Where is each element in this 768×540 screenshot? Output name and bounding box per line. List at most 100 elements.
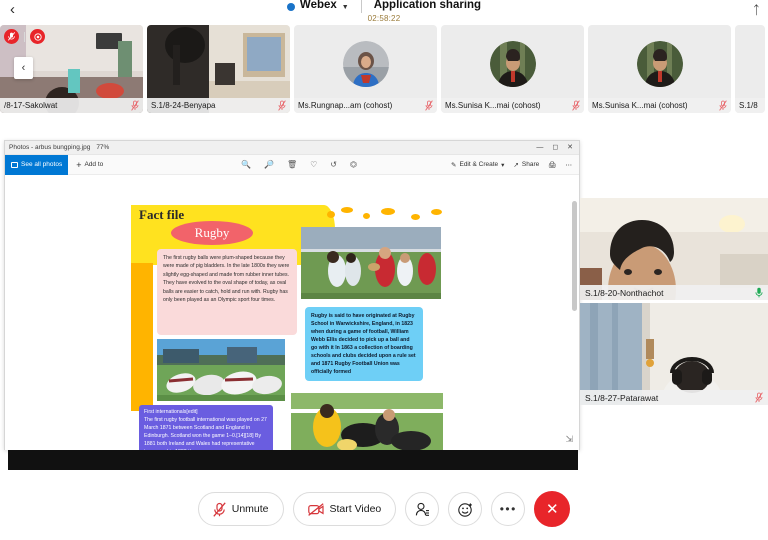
print-icon[interactable]: 🖨 — [548, 161, 556, 169]
tile-badges — [4, 29, 45, 44]
orange-side-bar — [131, 263, 153, 411]
video-tile-name-bar: S.1/8-27-Patarawat — [580, 390, 768, 405]
camera-off-icon — [307, 502, 324, 516]
first-internationals-heading: First internationals[edit] — [144, 409, 198, 415]
first-internationals-text: The first rugby football international w… — [144, 416, 267, 450]
photos-toolbar[interactable]: See all photos + Add to 🔍 🔎 🗑 ♡ ↺ ⏣ ✎ Ed… — [5, 154, 579, 175]
window-title-bar[interactable]: Photos - arbus bungping.jpg 77% — ◻ ✕ — [5, 141, 579, 155]
participants-icon — [415, 502, 429, 516]
video-tile[interactable]: S.1/8-27-Patarawat — [580, 303, 768, 405]
see-all-photos-label: See all photos — [21, 161, 63, 168]
mic-muted-icon — [213, 501, 226, 517]
meeting-timer: 02:58:22 — [367, 13, 401, 23]
edit-and-create-label: Edit & Create — [459, 161, 499, 168]
mic-muted-icon — [131, 100, 139, 111]
zoom-out-icon[interactable]: 🔎 — [264, 160, 274, 170]
start-video-label: Start Video — [329, 503, 382, 515]
filmstrip-prev-button[interactable]: ‹ — [14, 57, 33, 79]
mic-muted-badge-icon — [4, 29, 19, 44]
window-title: Photos - arbus bungping.jpg — [9, 144, 91, 151]
maximize-button[interactable]: ◻ — [552, 144, 558, 151]
see-all-photos-button[interactable]: See all photos — [5, 154, 69, 175]
start-video-button[interactable]: Start Video — [292, 492, 397, 526]
minimize-button[interactable]: — — [536, 144, 543, 151]
zoom-in-icon[interactable]: 🔍 — [241, 160, 251, 170]
share-button[interactable]: ↗ Share — [513, 161, 539, 169]
participant-name-bar: S.1/8 — [735, 98, 765, 113]
orange-speck — [327, 211, 335, 218]
participant-tile[interactable]: S.1/8-24-Benyapa — [147, 25, 290, 113]
participant-tile[interactable]: ‹ /8-17-Sakolwat — [0, 25, 143, 113]
participant-tile[interactable]: Ms.Sunisa K...mai (cohost) — [588, 25, 731, 113]
divider — [24, 31, 25, 42]
mic-muted-icon — [278, 100, 286, 111]
record-badge-icon — [30, 29, 45, 44]
participant-tile[interactable]: S.1/8 — [735, 25, 765, 113]
plus-icon: + — [76, 159, 82, 170]
participant-name-bar: Ms.Sunisa K...mai (cohost) — [441, 98, 584, 113]
window-controls[interactable]: — ◻ ✕ — [536, 144, 579, 151]
unmute-button[interactable]: Unmute — [197, 492, 284, 526]
mic-muted-icon — [719, 100, 727, 111]
orange-speck — [341, 207, 353, 213]
resize-diagonal-icon[interactable]: ⇲ — [565, 434, 573, 445]
meeting-top-bar: ‹ Webex ▼ Application sharing 02:58:22 ᛏ — [0, 0, 768, 22]
canvas-scrollbar-thumb[interactable] — [572, 201, 577, 311]
participant-filmstrip[interactable]: ‹ /8-17-Sakolwat S.1/8-24-Benyapa Ms.Run… — [0, 25, 768, 115]
reactions-icon — [458, 502, 472, 517]
shared-screen-letterbox — [8, 450, 578, 470]
orange-speck — [431, 209, 442, 215]
crop-icon[interactable]: ⏣ — [350, 160, 357, 170]
meeting-title-group: Webex ▼ Application sharing 02:58:22 — [286, 0, 482, 23]
participants-button[interactable] — [405, 492, 440, 526]
rugby-balls-text: The first rugby balls were plum-shaped b… — [163, 255, 290, 304]
photos-tool-icons[interactable]: 🔍 🔎 🗑 ♡ ↺ ⏣ — [241, 160, 357, 170]
edit-and-create-button[interactable]: ✎ Edit & Create ▾ — [451, 161, 504, 169]
favorite-icon[interactable]: ♡ — [310, 160, 317, 170]
reactions-button[interactable] — [448, 492, 483, 526]
more-options-button[interactable]: ••• — [491, 492, 526, 526]
rugby-origin-factbox: Rugby is said to have originated at Rugb… — [305, 307, 423, 381]
rugby-balls-factbox: The first rugby balls were plum-shaped b… — [157, 249, 297, 335]
bluetooth-icon[interactable]: ᛏ — [753, 3, 760, 17]
add-to-button[interactable]: + Add to — [76, 159, 103, 170]
share-icon: ↗ — [513, 161, 519, 169]
photos-grid-icon — [11, 161, 18, 168]
zoom-level: 77% — [96, 144, 110, 151]
participant-name: S.1/8-24-Benyapa — [151, 101, 216, 110]
rotate-icon[interactable]: ↺ — [330, 160, 337, 170]
webex-menu-label[interactable]: Webex — [300, 0, 337, 12]
orange-speck — [381, 208, 395, 215]
photos-app-window[interactable]: Photos - arbus bungping.jpg 77% — ◻ ✕ Se… — [4, 140, 580, 450]
participant-name: Ms.Sunisa K...mai (cohost) — [592, 101, 688, 110]
video-tile-name-bar: S.1/8-20-Nonthachot — [580, 285, 768, 300]
page-title: Application sharing — [373, 0, 482, 12]
close-button[interactable]: ✕ — [567, 144, 573, 151]
photo-canvas[interactable]: Fact file Rugby The first rugby balls we… — [5, 175, 579, 450]
more-icon: ••• — [499, 502, 517, 516]
participant-name: S.1/8-27-Patarawat — [585, 392, 659, 403]
video-tile[interactable]: S.1/8-20-Nonthachot — [580, 198, 768, 300]
rugby-match-photo — [301, 227, 441, 299]
more-icon[interactable]: ⋯ — [566, 161, 573, 169]
meeting-control-bar[interactable]: Unmute Start Video ••• ✕ — [0, 478, 768, 540]
edit-icon: ✎ — [451, 161, 457, 169]
chevron-down-icon[interactable]: ▼ — [342, 4, 349, 11]
participant-name-bar: Ms.Rungnap...am (cohost) — [294, 98, 437, 113]
leave-meeting-button[interactable]: ✕ — [534, 491, 571, 527]
participant-name: /8-17-Sakolwat — [4, 101, 58, 110]
delete-icon[interactable]: 🗑 — [287, 160, 297, 170]
close-icon: ✕ — [545, 501, 559, 518]
first-internationals-factbox: First internationals[edit] The first rug… — [139, 405, 273, 450]
photos-toolbar-right[interactable]: ✎ Edit & Create ▾ ↗ Share 🖨 ⋯ — [451, 161, 579, 169]
webex-logo-icon — [286, 3, 295, 11]
participant-tile[interactable]: Ms.Rungnap...am (cohost) — [294, 25, 437, 113]
participant-name: S.1/8-20-Nonthachot — [585, 287, 664, 298]
avatar — [636, 41, 683, 87]
participant-name-bar: S.1/8-24-Benyapa — [147, 98, 290, 113]
participant-name: Ms.Rungnap...am (cohost) — [298, 101, 393, 110]
collage-topic-label: Rugby — [194, 225, 230, 240]
avatar — [342, 41, 389, 87]
back-button[interactable]: ‹ — [10, 2, 15, 18]
participant-tile[interactable]: Ms.Sunisa K...mai (cohost) — [441, 25, 584, 113]
